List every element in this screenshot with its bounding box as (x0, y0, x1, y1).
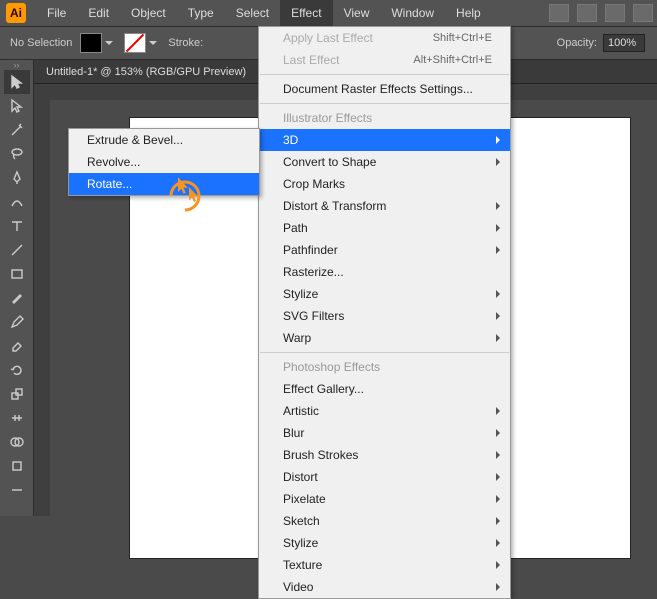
illustrator-effects-header: Illustrator Effects (259, 107, 510, 129)
submenu-arrow-icon (496, 136, 504, 144)
app-logo-icon: Ai (6, 3, 26, 23)
direct-selection-tool[interactable] (4, 94, 30, 118)
menu-pixelate[interactable]: Pixelate (259, 488, 510, 510)
menu-stylize[interactable]: Stylize (259, 283, 510, 305)
menu-svg-filters[interactable]: SVG Filters (259, 305, 510, 327)
menu-texture[interactable]: Texture (259, 554, 510, 576)
line-tool[interactable] (4, 238, 30, 262)
stroke-swatch[interactable] (124, 33, 146, 53)
menu-convert-shape[interactable]: Convert to Shape (259, 151, 510, 173)
stock-icon[interactable] (577, 4, 597, 22)
effect-menu: Apply Last EffectShift+Ctrl+E Last Effec… (258, 26, 511, 599)
fill-dropdown-icon[interactable] (104, 33, 114, 53)
selection-label: No Selection (10, 37, 72, 49)
stroke-label: Stroke: (168, 37, 203, 49)
tool-18[interactable] (4, 478, 30, 502)
menu-blur[interactable]: Blur (259, 422, 510, 444)
menu-edit[interactable]: Edit (77, 0, 120, 26)
rectangle-tool[interactable] (4, 262, 30, 286)
menu-crop-marks[interactable]: Crop Marks (259, 173, 510, 195)
menu-video[interactable]: Video (259, 576, 510, 598)
tool-17[interactable] (4, 454, 30, 478)
menu-rasterize[interactable]: Rasterize... (259, 261, 510, 283)
menu-distort[interactable]: Distort (259, 466, 510, 488)
menu-effect-gallery[interactable]: Effect Gallery... (259, 378, 510, 400)
menu-sketch[interactable]: Sketch (259, 510, 510, 532)
brush-tool[interactable] (4, 286, 30, 310)
menu-file[interactable]: File (36, 0, 77, 26)
menu-distort-transform[interactable]: Distort & Transform (259, 195, 510, 217)
menu-3d[interactable]: 3D (259, 129, 510, 151)
ruler-vertical (34, 84, 50, 516)
menu-path[interactable]: Path (259, 217, 510, 239)
rotate-tool[interactable] (4, 358, 30, 382)
main-menubar: Ai File Edit Object Type Select Effect V… (0, 0, 657, 26)
search-icon[interactable] (633, 4, 653, 22)
submenu-3d: Extrude & Bevel... Revolve... Rotate... (68, 128, 260, 196)
menu-select[interactable]: Select (225, 0, 280, 26)
selection-tool[interactable] (4, 70, 30, 94)
fill-swatch[interactable] (80, 33, 102, 53)
magic-wand-tool[interactable] (4, 118, 30, 142)
menu-pathfinder[interactable]: Pathfinder (259, 239, 510, 261)
opacity-input[interactable] (603, 34, 645, 52)
pen-tool[interactable] (4, 166, 30, 190)
menu-extrude-bevel[interactable]: Extrude & Bevel... (69, 129, 259, 151)
workspace-icon[interactable] (605, 4, 625, 22)
opacity-label: Opacity: (557, 37, 597, 49)
photoshop-effects-header: Photoshop Effects (259, 356, 510, 378)
menu-type[interactable]: Type (177, 0, 225, 26)
curvature-tool[interactable] (4, 190, 30, 214)
eraser-tool[interactable] (4, 334, 30, 358)
menu-last-effect[interactable]: Last EffectAlt+Shift+Ctrl+E (259, 49, 510, 71)
menu-effect[interactable]: Effect (280, 0, 332, 26)
menu-stylize-ps[interactable]: Stylize (259, 532, 510, 554)
scale-tool[interactable] (4, 382, 30, 406)
menu-help[interactable]: Help (445, 0, 492, 26)
bridge-icon[interactable] (549, 4, 569, 22)
menu-object[interactable]: Object (120, 0, 177, 26)
menu-rotate[interactable]: Rotate... (69, 173, 259, 195)
menu-window[interactable]: Window (380, 0, 445, 26)
tool-panel: ›› (0, 60, 34, 516)
menu-brush-strokes[interactable]: Brush Strokes (259, 444, 510, 466)
menu-apply-last-effect[interactable]: Apply Last EffectShift+Ctrl+E (259, 27, 510, 49)
panel-grip-icon[interactable]: ›› (2, 62, 32, 70)
stroke-dropdown-icon[interactable] (148, 33, 158, 53)
menu-warp[interactable]: Warp (259, 327, 510, 349)
type-tool[interactable] (4, 214, 30, 238)
width-tool[interactable] (4, 406, 30, 430)
menu-view[interactable]: View (333, 0, 381, 26)
menu-artistic[interactable]: Artistic (259, 400, 510, 422)
menu-revolve[interactable]: Revolve... (69, 151, 259, 173)
shape-builder-tool[interactable] (4, 430, 30, 454)
menu-raster-settings[interactable]: Document Raster Effects Settings... (259, 78, 510, 100)
pencil-tool[interactable] (4, 310, 30, 334)
lasso-tool[interactable] (4, 142, 30, 166)
